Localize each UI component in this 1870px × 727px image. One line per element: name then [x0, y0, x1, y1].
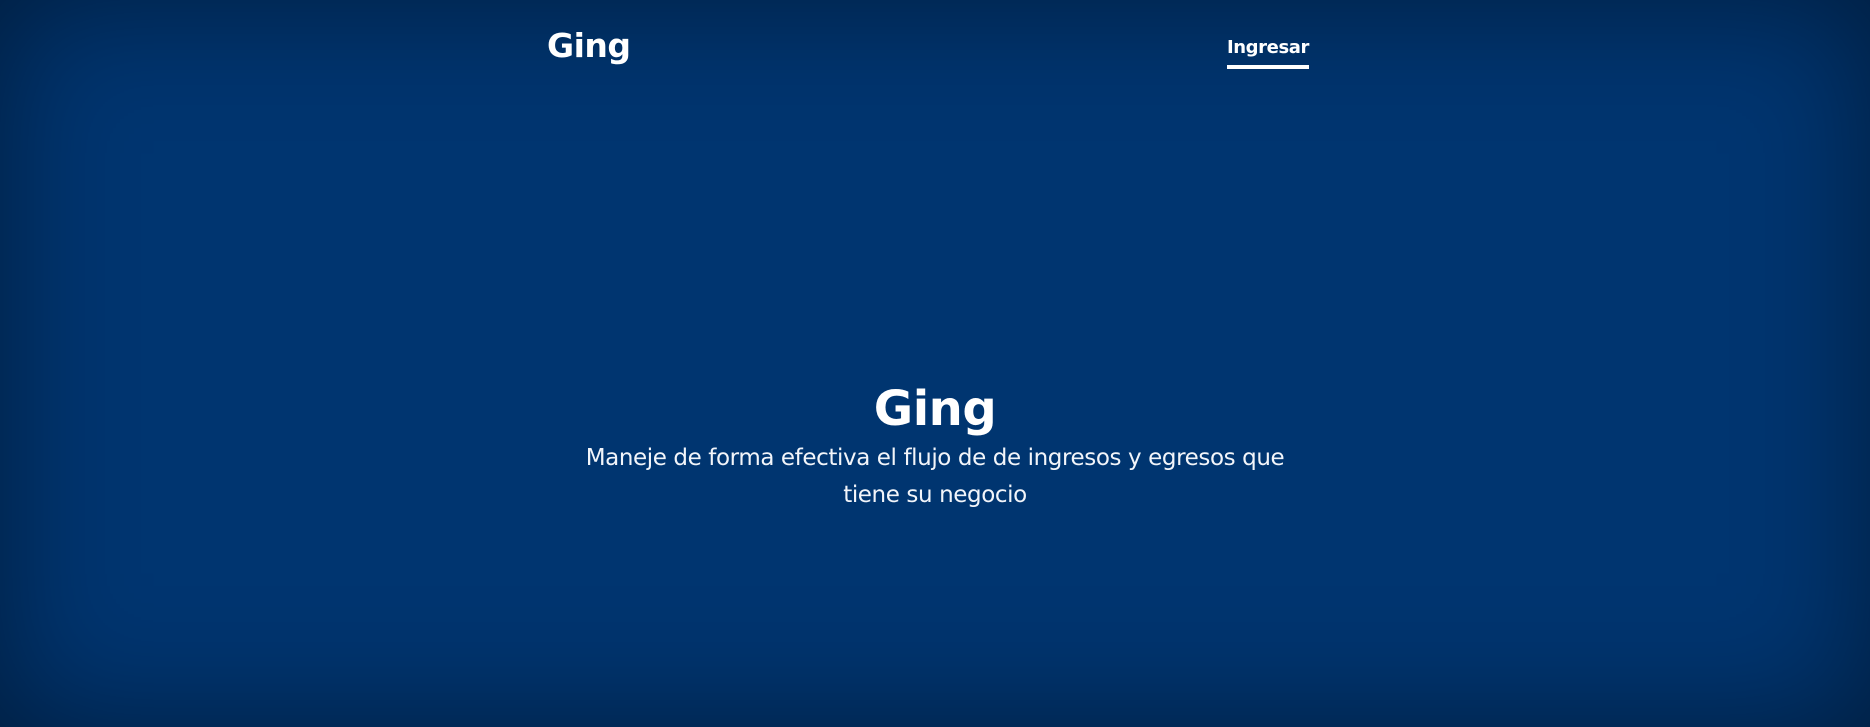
brand-logo-text: Ging — [547, 26, 631, 65]
cover-lead-text: Maneje de forma efectiva el flujo de de … — [585, 445, 1285, 508]
cover-section: Ging Maneje de forma efectiva el flujo d… — [0, 380, 1870, 514]
masthead: Ging Ingresar — [547, 0, 1309, 90]
cover-heading: Ging — [873, 381, 997, 437]
nav-link-ingresar[interactable]: Ingresar — [1226, 36, 1309, 69]
background-vignette — [0, 0, 1870, 727]
page: { "colors": { "background": "#003570", "… — [0, 0, 1870, 727]
